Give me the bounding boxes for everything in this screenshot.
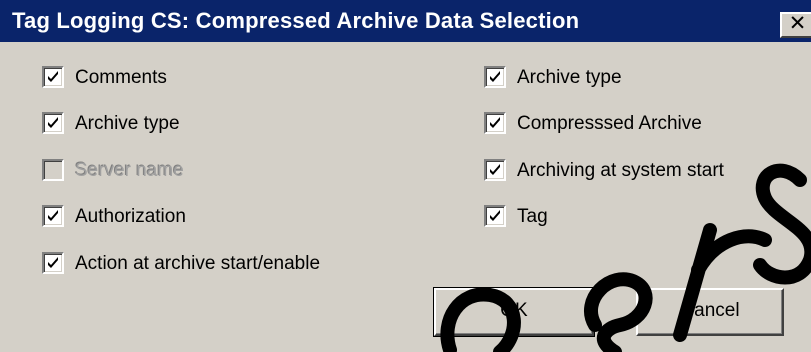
checkbox-box[interactable] bbox=[484, 66, 506, 88]
watermark-stroke bbox=[753, 163, 811, 285]
cancel-button-label: Cancel bbox=[680, 300, 740, 321]
checkmark-icon bbox=[490, 164, 500, 175]
checkmark-icon bbox=[490, 117, 500, 128]
checkbox-label-text: Server name bbox=[75, 160, 184, 181]
ok-button[interactable]: OK bbox=[433, 287, 595, 337]
checkbox-box[interactable] bbox=[42, 205, 64, 227]
archive-data-selection-dialog: Tag Logging CS: Compressed Archive Data … bbox=[0, 0, 811, 352]
title-bar[interactable]: Tag Logging CS: Compressed Archive Data … bbox=[0, 0, 811, 42]
checkbox-label: Tag bbox=[517, 206, 548, 227]
checkbox-label: Comments bbox=[75, 67, 167, 88]
checkmark-icon bbox=[490, 71, 500, 82]
checkbox-label: Authorization bbox=[75, 206, 186, 227]
checkmark-icon bbox=[48, 71, 58, 82]
checkmark-icon bbox=[48, 117, 58, 128]
checkbox-label: Compresssed Archive bbox=[517, 113, 702, 134]
cancel-button[interactable]: Cancel bbox=[636, 288, 784, 336]
checkmark-icon bbox=[48, 210, 58, 221]
checkbox-box[interactable] bbox=[484, 205, 506, 227]
ok-button-label: OK bbox=[500, 300, 528, 321]
checkbox-box[interactable] bbox=[42, 252, 64, 274]
checkbox-box[interactable] bbox=[42, 66, 64, 88]
close-button[interactable]: ✕ bbox=[780, 12, 811, 38]
checkbox-label: Action at archive start/enable bbox=[75, 253, 321, 274]
checkbox-label: Archive type bbox=[517, 67, 622, 88]
checkmark-icon bbox=[490, 210, 500, 221]
checkmark-icon bbox=[48, 257, 58, 268]
checkbox-label: Archiving at system start bbox=[517, 160, 724, 181]
close-icon: ✕ bbox=[788, 12, 807, 35]
dialog-title: Tag Logging CS: Compressed Archive Data … bbox=[12, 8, 580, 33]
checkbox-label: Server name bbox=[75, 157, 184, 185]
checkbox-label: Archive type bbox=[75, 113, 180, 134]
checkbox-box bbox=[42, 159, 64, 181]
checkbox-box[interactable] bbox=[484, 112, 506, 134]
checkbox-box[interactable] bbox=[42, 112, 64, 134]
checkbox-box[interactable] bbox=[484, 159, 506, 181]
